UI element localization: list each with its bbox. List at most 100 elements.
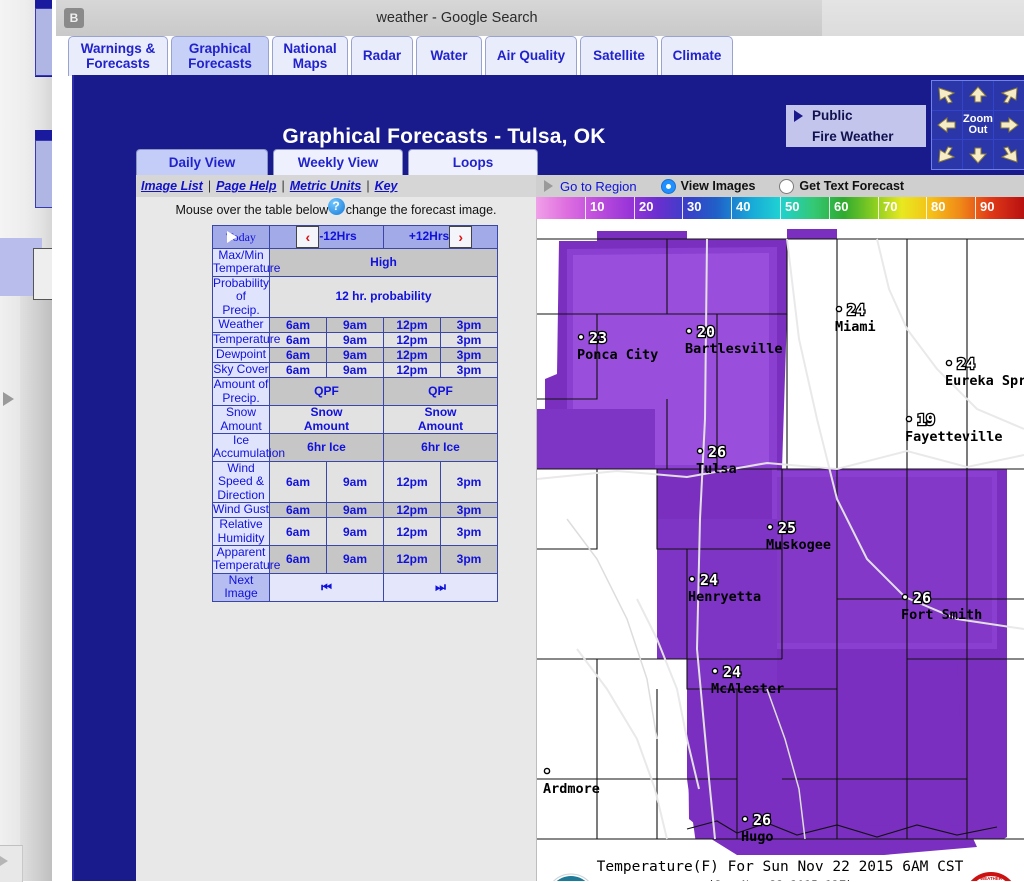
row-label-wind-gust[interactable]: Wind Gust [212,502,270,519]
nav-tab-climate[interactable]: Climate [661,36,733,76]
nav-tab-satellite[interactable]: Satellite [580,36,658,76]
nav-tab-label: Water [430,48,468,64]
back-arrow-icon[interactable]: ‹ [296,226,320,248]
cell-wind-speed-direction-9am[interactable]: 9am [326,460,384,504]
pan-southeast-button[interactable] [994,140,1024,169]
cell-sky-cover-3pm[interactable]: 3pm [440,362,498,379]
cell-snow-amount-1[interactable]: Snow Amount [269,405,384,434]
pan-northeast-button[interactable] [994,81,1024,110]
collapsed-panel-arrow-icon[interactable] [3,392,14,406]
cell-dewpoint-9am[interactable]: 9am [326,347,384,364]
nav-tab-air-quality[interactable]: Air Quality [485,36,577,76]
pan-north-button[interactable] [963,81,993,110]
today-cell[interactable]: Today [212,225,270,249]
link-metric-units[interactable]: Metric Units [290,179,362,193]
cell-weather-9am[interactable]: 9am [326,317,384,334]
cell-dewpoint-3pm[interactable]: 3pm [440,347,498,364]
next-image-label[interactable]: Next Image [212,572,270,602]
radio-view-images[interactable]: View Images [660,178,755,194]
cell-wind-speed-direction-12pm[interactable]: 12pm [383,460,441,504]
cell-apparent-temperature-12pm[interactable]: 12pm [383,545,441,574]
cell-sky-cover-6am[interactable]: 6am [269,362,327,379]
cell-dewpoint-6am[interactable]: 6am [269,347,327,364]
nav-tab-graphical-forecasts[interactable]: Graphical Forecasts [171,36,269,76]
cell-ice-accumulation-1[interactable]: 6hr Ice [269,432,384,462]
product-selector[interactable]: Public Fire Weather [786,105,926,147]
cell-wind-speed-direction-3pm[interactable]: 3pm [440,460,498,504]
zoom-out-button[interactable]: Zoom Out [963,110,993,140]
cell-relative-humidity-3pm[interactable]: 3pm [440,517,498,546]
cell-temperature-12pm[interactable]: 12pm [383,332,441,349]
row-label-weather[interactable]: Weather [212,317,270,334]
forward-arrow-icon[interactable]: › [449,226,473,248]
view-tab-weekly-view[interactable]: Weekly View [273,149,403,175]
link-page-help[interactable]: Page Help [216,179,276,193]
cell-probability-of-precip[interactable]: 12 hr. probability [269,275,498,319]
cell-dewpoint-12pm[interactable]: 12pm [383,347,441,364]
cell-sky-cover-12pm[interactable]: 12pm [383,362,441,379]
row-label-apparent-temperature[interactable]: Apparent Temperature [212,545,280,574]
radio-get-text-forecast-indicator[interactable] [779,178,795,194]
cell-relative-humidity-9am[interactable]: 9am [326,517,384,546]
cell-wind-gust-6am[interactable]: 6am [269,502,327,519]
previous-image-button[interactable]: ⏮ [269,572,384,602]
row-label-amount-of-precip[interactable]: Amount of Precip. [212,377,270,407]
nav-tab-water[interactable]: Water [416,36,482,76]
city-name-label: McAlester [711,681,784,697]
row-label-dewpoint[interactable]: Dewpoint [212,347,270,364]
cell-snow-amount-2[interactable]: Snow Amount [383,405,498,434]
cell-max-min-temperature[interactable]: High [269,248,498,277]
city-labels: 23Ponca City20Bartlesville24Miami24Eurek… [543,300,1024,845]
cell-relative-humidity-6am[interactable]: 6am [269,517,327,546]
product-option-fire-weather[interactable]: Fire Weather [786,126,926,147]
nav-tab-warnings-forecasts[interactable]: Warnings & Forecasts [68,36,168,76]
view-tab-daily-view[interactable]: Daily View [136,149,268,175]
cell-weather-6am[interactable]: 6am [269,317,327,334]
cell-wind-gust-12pm[interactable]: 12pm [383,502,441,519]
cell-sky-cover-9am[interactable]: 9am [326,362,384,379]
cell-temperature-3pm[interactable]: 3pm [440,332,498,349]
back-12hrs-button[interactable]: ‹ -12Hrs [269,225,384,249]
row-label-ice-accumulation[interactable]: Ice Accumulation [212,432,285,462]
row-label-max-min-temperature[interactable]: Max/Min Temperature [212,248,280,277]
row-label-probability-of-precip[interactable]: Probability of Precip. [212,275,270,319]
link-key[interactable]: Key [375,179,398,193]
row-label-wind-speed-direction[interactable]: Wind Speed & Direction [212,460,270,504]
go-to-region-button[interactable]: Go to Region [544,179,637,194]
link-image-list[interactable]: Image List [141,179,203,193]
cell-amount-of-precip-2[interactable]: QPF [383,377,498,407]
cell-wind-gust-9am[interactable]: 9am [326,502,384,519]
collapsed-panel-arrow-icon-2[interactable] [0,856,8,866]
map-pan-zoom-pad[interactable]: Zoom Out [931,80,1024,170]
row-label-temperature[interactable]: Temperature [212,332,280,349]
cell-wind-gust-3pm[interactable]: 3pm [440,502,498,519]
pan-south-button[interactable] [963,140,993,169]
next-image-button[interactable]: ⏭ [383,572,498,602]
forward-12hrs-button[interactable]: +12Hrs › [383,225,498,249]
pan-west-button[interactable] [932,110,962,140]
forecast-map-image[interactable]: 23 Ponca City 20 Bartlesville 24 Miami 24 Eurek… [536,219,1024,881]
cell-ice-accumulation-2[interactable]: 6hr Ice [383,432,498,462]
row-label-relative-humidity[interactable]: Relative Humidity [212,517,270,546]
play-triangle-icon[interactable] [227,231,237,243]
pan-east-button[interactable] [994,110,1024,140]
cell-wind-speed-direction-6am[interactable]: 6am [269,460,327,504]
radio-view-images-indicator[interactable] [660,178,676,194]
cell-relative-humidity-12pm[interactable]: 12pm [383,517,441,546]
cell-apparent-temperature-9am[interactable]: 9am [326,545,384,574]
cell-apparent-temperature-3pm[interactable]: 3pm [440,545,498,574]
row-label-sky-cover[interactable]: Sky Cover [212,362,270,379]
pan-northwest-button[interactable] [932,81,962,110]
row-label-snow-amount[interactable]: Snow Amount [212,405,270,434]
product-option-public[interactable]: Public [786,105,926,126]
cell-weather-12pm[interactable]: 12pm [383,317,441,334]
view-tab-loops[interactable]: Loops [408,149,538,175]
cell-amount-of-precip-1[interactable]: QPF [269,377,384,407]
cell-weather-3pm[interactable]: 3pm [440,317,498,334]
nav-tab-radar[interactable]: Radar [351,36,413,76]
radio-get-text-forecast[interactable]: Get Text Forecast [779,178,904,194]
pan-southwest-button[interactable] [932,140,962,169]
cell-temperature-9am[interactable]: 9am [326,332,384,349]
nav-tab-national-maps[interactable]: National Maps [272,36,348,76]
help-question-icon[interactable]: ? [327,198,345,215]
